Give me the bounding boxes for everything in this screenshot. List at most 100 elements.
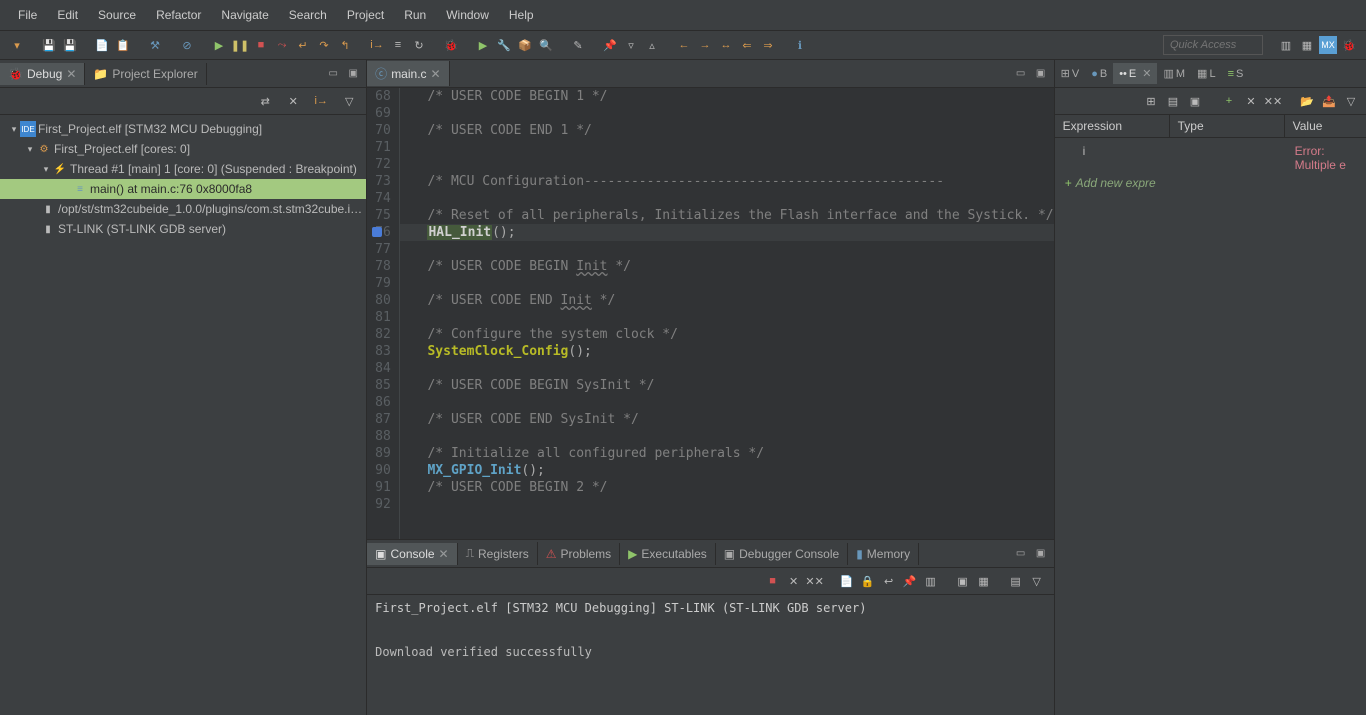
- col-type[interactable]: Type: [1170, 115, 1285, 137]
- menu-icon[interactable]: ▽: [1028, 572, 1046, 590]
- config-icon[interactable]: 📋: [114, 36, 132, 54]
- menu-file[interactable]: File: [8, 4, 47, 26]
- removeall-icon[interactable]: ✕✕: [806, 572, 824, 590]
- console2-icon[interactable]: ▦: [975, 572, 993, 590]
- new-console-icon[interactable]: ▤: [1007, 572, 1025, 590]
- new-icon[interactable]: ▾: [8, 36, 26, 54]
- search-tb-icon[interactable]: 🔍: [537, 36, 555, 54]
- tab-console[interactable]: ▣ Console ✕: [367, 543, 457, 565]
- code-area[interactable]: /* USER CODE BEGIN 1 */ /* USER CODE END…: [400, 88, 1054, 539]
- add-expression-row[interactable]: + Add new expre: [1059, 174, 1362, 192]
- pin-console-icon[interactable]: 📌: [901, 572, 919, 590]
- maximize-icon[interactable]: ▣: [346, 67, 360, 81]
- ext-tools-icon[interactable]: 🔧: [495, 36, 513, 54]
- export-icon[interactable]: 📤: [1320, 92, 1338, 110]
- collapse-expr-icon[interactable]: ▣: [1186, 92, 1204, 110]
- back-icon[interactable]: ←: [675, 36, 693, 54]
- detail-icon[interactable]: ▤: [1164, 92, 1182, 110]
- tree-project[interactable]: ▾ ⚙ First_Project.elf [cores: 0]: [0, 139, 366, 159]
- collapse-icon[interactable]: ⇄: [256, 92, 274, 110]
- menu-source[interactable]: Source: [88, 4, 146, 26]
- nav-fwd-icon[interactable]: ⇒: [759, 36, 777, 54]
- open-console-icon[interactable]: ▣: [954, 572, 972, 590]
- add-expr-icon[interactable]: +: [1220, 92, 1238, 110]
- tree-stlink[interactable]: ▮ ST-LINK (ST-LINK GDB server): [0, 219, 366, 239]
- resume-icon[interactable]: ▶: [210, 36, 228, 54]
- col-expression[interactable]: Expression: [1055, 115, 1170, 137]
- tree-thread[interactable]: ▾ ⚡ Thread #1 [main] 1 [core: 0] (Suspen…: [0, 159, 366, 179]
- skip-bp-icon[interactable]: ⊘: [178, 36, 196, 54]
- menu-navigate[interactable]: Navigate: [211, 4, 278, 26]
- terminate-icon[interactable]: ■: [764, 572, 782, 590]
- run-icon[interactable]: ▶: [474, 36, 492, 54]
- instr-step-icon[interactable]: i→: [368, 36, 386, 54]
- edit-icon[interactable]: 📄: [93, 36, 111, 54]
- wrap-icon[interactable]: ↩: [880, 572, 898, 590]
- menu-window[interactable]: Window: [436, 4, 499, 26]
- menu-project[interactable]: Project: [337, 4, 394, 26]
- step-mode-icon[interactable]: i→: [312, 92, 330, 110]
- step-into-icon[interactable]: ↵: [294, 36, 312, 54]
- persp-mx-icon[interactable]: MX: [1319, 36, 1337, 54]
- stop-icon[interactable]: ■: [252, 36, 270, 54]
- close-icon[interactable]: ✕: [66, 67, 76, 81]
- minitab-l[interactable]: ▦L: [1191, 63, 1222, 84]
- removeall-expr-icon[interactable]: ✕✕: [1264, 92, 1282, 110]
- last-edit-icon[interactable]: ↔: [717, 36, 735, 54]
- settings-icon[interactable]: ✕: [284, 92, 302, 110]
- debug-run-icon[interactable]: 🐞: [442, 36, 460, 54]
- runto-icon[interactable]: ≡: [389, 36, 407, 54]
- minimize-icon[interactable]: ▭: [326, 67, 340, 81]
- nav-back-icon[interactable]: ⇐: [738, 36, 756, 54]
- quick-access-input[interactable]: [1163, 35, 1263, 55]
- tab-project-explorer[interactable]: 📁 Project Explorer: [85, 63, 206, 85]
- console-body[interactable]: First_Project.elf [STM32 MCU Debugging] …: [367, 595, 1053, 715]
- save-icon[interactable]: 💾: [40, 36, 58, 54]
- col-value[interactable]: Value: [1285, 115, 1366, 137]
- remove-expr-icon[interactable]: ✕: [1242, 92, 1260, 110]
- maximize-icon[interactable]: ▣: [1034, 67, 1048, 81]
- menu-help[interactable]: Help: [499, 4, 544, 26]
- close-icon[interactable]: ✕: [431, 67, 441, 81]
- minitab-e[interactable]: ••E✕: [1113, 63, 1157, 84]
- tree-frame[interactable]: ≡ main() at main.c:76 0x8000fa8: [0, 179, 366, 199]
- persp-debug-icon[interactable]: 🐞: [1340, 36, 1358, 54]
- build-target-icon[interactable]: 📦: [516, 36, 534, 54]
- fwd-icon[interactable]: →: [696, 36, 714, 54]
- tab-debug[interactable]: 🐞 Debug ✕: [0, 63, 85, 85]
- minitab-b[interactable]: ●B: [1085, 64, 1113, 84]
- disconnect-icon[interactable]: ⤳: [273, 36, 291, 54]
- tab-memory[interactable]: ▮ Memory: [848, 543, 919, 565]
- persp-open-icon[interactable]: ▥: [1277, 36, 1295, 54]
- tree-plugin[interactable]: ▮ /opt/st/stm32cubeide_1.0.0/plugins/com…: [0, 199, 366, 219]
- tab-problems[interactable]: ⚠ Problems: [538, 543, 620, 565]
- tree-view-icon[interactable]: ⊞: [1142, 92, 1160, 110]
- build-icon[interactable]: ⚒: [146, 36, 164, 54]
- clear-icon[interactable]: 📄: [838, 572, 856, 590]
- tab-registers[interactable]: ⎍ Registers: [458, 542, 538, 565]
- view-menu-icon[interactable]: ▽: [340, 92, 358, 110]
- minitab-s[interactable]: ≡S: [1222, 64, 1250, 84]
- prev-ann-icon[interactable]: ▵: [643, 36, 661, 54]
- scroll-lock-icon[interactable]: 🔒: [859, 572, 877, 590]
- toggle-icon[interactable]: ✎: [569, 36, 587, 54]
- maximize-icon[interactable]: ▣: [1034, 547, 1048, 561]
- minimize-icon[interactable]: ▭: [1014, 67, 1028, 81]
- minitab-v[interactable]: ⊞V: [1055, 63, 1086, 84]
- step-return-icon[interactable]: ↰: [336, 36, 354, 54]
- remove-icon[interactable]: ✕: [785, 572, 803, 590]
- menu-search[interactable]: Search: [279, 4, 337, 26]
- menu-refactor[interactable]: Refactor: [146, 4, 211, 26]
- breakpoint-marker[interactable]: [372, 227, 382, 237]
- minitab-m[interactable]: ▥M: [1157, 63, 1191, 84]
- minimize-icon[interactable]: ▭: [1014, 547, 1028, 561]
- tree-launch[interactable]: ▾ IDE First_Project.elf [STM32 MCU Debug…: [0, 119, 366, 139]
- saveall-icon[interactable]: 💾: [61, 36, 79, 54]
- pause-icon[interactable]: ❚❚: [231, 36, 249, 54]
- reset-icon[interactable]: ↻: [410, 36, 428, 54]
- import-icon[interactable]: 📂: [1298, 92, 1316, 110]
- pin-icon[interactable]: 📌: [601, 36, 619, 54]
- view-menu-icon[interactable]: ▽: [1342, 92, 1360, 110]
- next-ann-icon[interactable]: ▿: [622, 36, 640, 54]
- info-icon[interactable]: ℹ: [791, 36, 809, 54]
